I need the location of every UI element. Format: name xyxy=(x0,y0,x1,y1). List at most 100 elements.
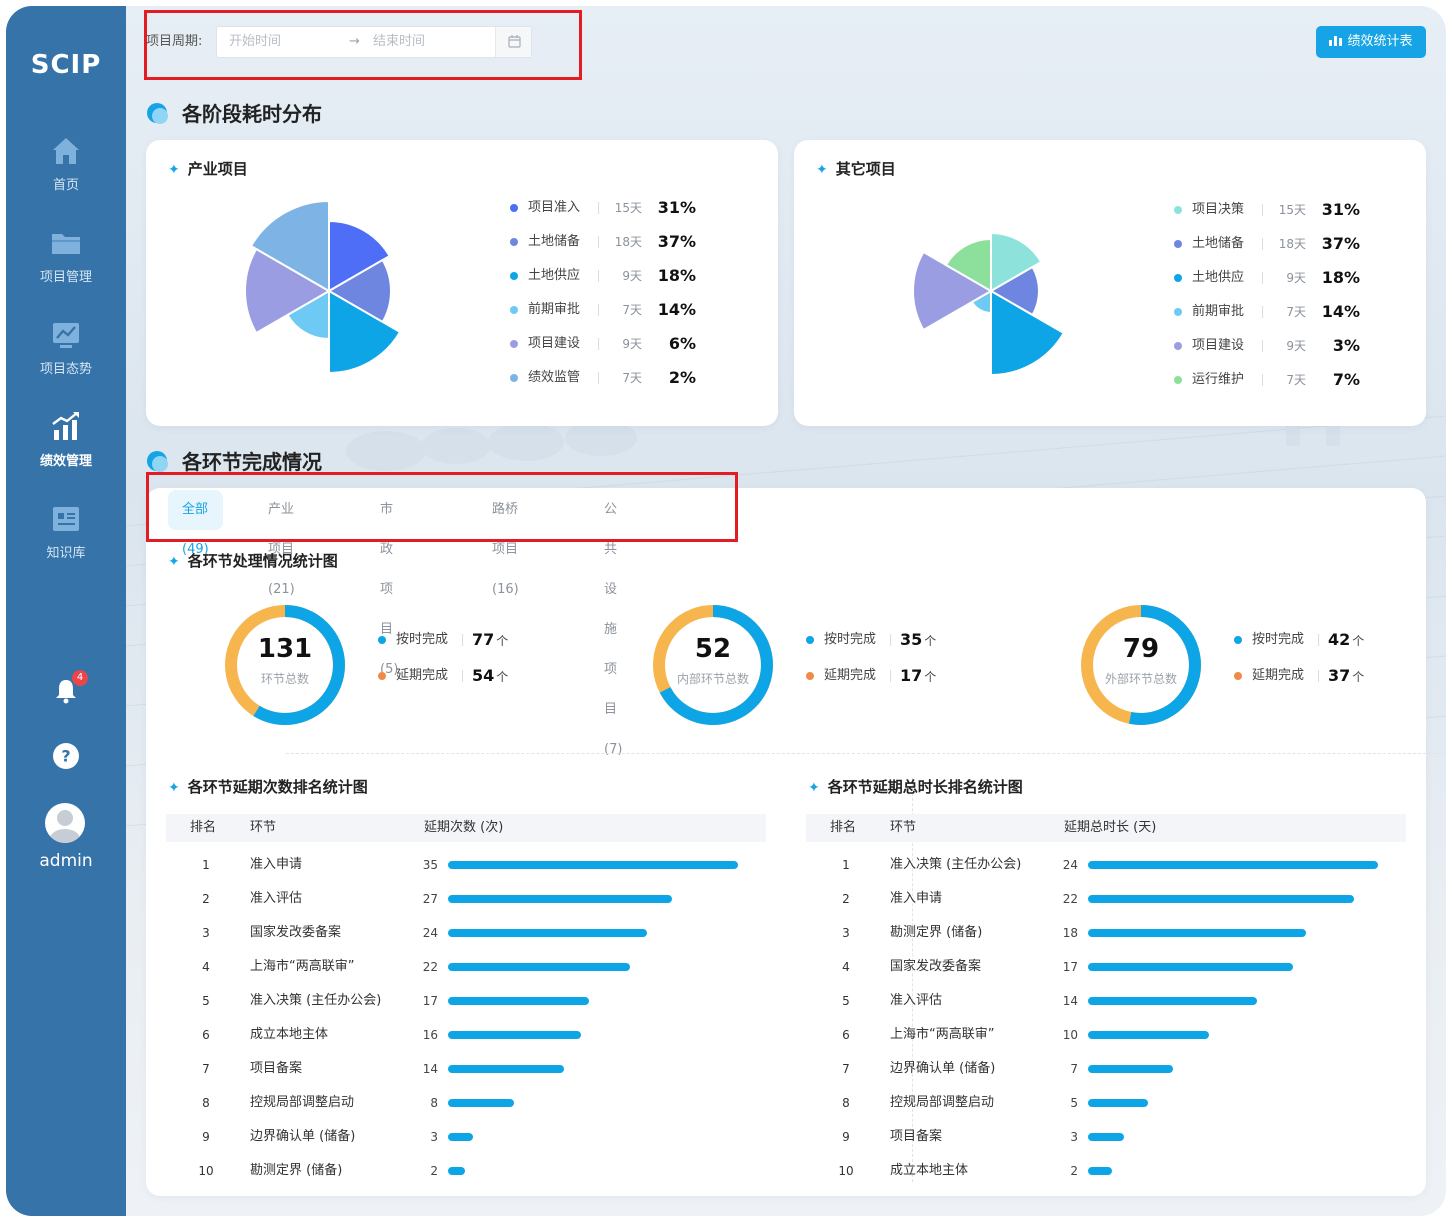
table-row[interactable]: 9 边界确认单 (储备) 3 xyxy=(166,1120,766,1154)
value-cell: 35 xyxy=(422,858,438,872)
legend-name: 绩效监管 xyxy=(528,370,581,385)
value-cell: 18 xyxy=(1062,926,1078,940)
legend-item[interactable]: 项目建设 9天 6% xyxy=(510,334,710,354)
value-bar xyxy=(1088,1065,1173,1073)
sparkle-icon: ✦ xyxy=(808,780,820,796)
table-row[interactable]: 1 准入决策 (主任办公会) 24 xyxy=(806,848,1406,882)
legend-name: 项目决策 xyxy=(1192,202,1245,217)
sidebar-item-trend[interactable]: 项目态势 xyxy=(6,318,126,377)
legend-days: 15天 xyxy=(614,201,642,215)
value-bar xyxy=(1088,997,1257,1005)
donut-total: 79 xyxy=(1122,634,1160,664)
legend-item[interactable]: 项目建设 9天 3% xyxy=(1174,336,1374,356)
rank-cell: 4 xyxy=(202,960,210,974)
table-row[interactable]: 2 准入申请 22 xyxy=(806,882,1406,916)
stats-table-button[interactable]: 绩效统计表 xyxy=(1316,26,1426,58)
question-icon[interactable]: ? xyxy=(51,741,81,771)
table-row[interactable]: 4 国家发改委备案 17 xyxy=(806,950,1406,984)
legend-item[interactable]: 土地储备 18天 37% xyxy=(510,232,710,252)
column-header: 环节 xyxy=(890,820,917,835)
stage-name-cell: 控规局部调整启动 xyxy=(890,1095,995,1110)
legend-item[interactable]: 土地供应 9天 18% xyxy=(510,266,710,286)
stage-name-cell: 准入申请 xyxy=(250,857,303,872)
rank-cell: 2 xyxy=(202,892,210,906)
rank-cell: 10 xyxy=(838,1164,854,1178)
separator xyxy=(598,270,599,282)
legend-item[interactable]: 绩效监管 7天 2% xyxy=(510,368,710,388)
donut-legend-item: 按时完成 42 个 xyxy=(1234,630,1384,650)
legend-days: 7天 xyxy=(622,303,642,317)
table-row[interactable]: 7 边界确认单 (储备) 7 xyxy=(806,1052,1406,1086)
legend-percent: 14% xyxy=(657,300,696,319)
sparkle-icon: ✦ xyxy=(168,554,180,570)
legend-value: 77 个 xyxy=(472,630,509,649)
value-bar xyxy=(1088,861,1378,869)
highlight-box xyxy=(144,10,582,80)
rank-cell: 7 xyxy=(202,1062,210,1076)
stage-name-cell: 勘测定界 (储备) xyxy=(890,925,983,940)
table-row[interactable]: 2 准入评估 27 xyxy=(166,882,766,916)
legend-dot xyxy=(378,672,386,680)
sidebar: SCIP 首页 项目管理 项目态势 绩效管理 知识库 4 ? admin xyxy=(6,6,126,1216)
legend-item[interactable]: 前期审批 7天 14% xyxy=(510,300,710,320)
legend-percent: 7% xyxy=(1332,370,1360,389)
stage-name-cell: 准入申请 xyxy=(890,891,943,906)
rank-cell: 5 xyxy=(842,994,850,1008)
avatar[interactable] xyxy=(45,803,85,843)
table-row[interactable]: 10 勘测定界 (储备) 2 xyxy=(166,1154,766,1188)
legend-name: 按时完成 xyxy=(1252,632,1305,647)
donut-total: 52 xyxy=(694,634,732,664)
legend-days: 9天 xyxy=(1286,271,1306,285)
table-row[interactable]: 8 控规局部调整启动 8 xyxy=(166,1086,766,1120)
table-row[interactable]: 9 项目备案 3 xyxy=(806,1120,1406,1154)
value-bar xyxy=(448,1031,581,1039)
value-cell: 16 xyxy=(422,1028,438,1042)
stage-name-cell: 准入决策 (主任办公会) xyxy=(890,857,1022,872)
legend-dot xyxy=(510,204,518,212)
value-cell: 5 xyxy=(1070,1096,1078,1110)
legend-item[interactable]: 土地供应 9天 18% xyxy=(1174,268,1374,288)
legend-dot xyxy=(806,672,814,680)
legend-item[interactable]: 土地储备 18天 37% xyxy=(1174,234,1374,254)
donut-legend-item: 延期完成 54 个 xyxy=(378,666,528,686)
legend-item[interactable]: 项目决策 15天 31% xyxy=(1174,200,1374,220)
legend-percent: 3% xyxy=(1332,336,1360,355)
app-logo[interactable]: SCIP xyxy=(6,50,126,80)
table-row[interactable]: 6 上海市“两高联审” 10 xyxy=(806,1018,1406,1052)
value-bar xyxy=(448,1065,564,1073)
table-row[interactable]: 6 成立本地主体 16 xyxy=(166,1018,766,1052)
donut-legend-item: 延期完成 17 个 xyxy=(806,666,956,686)
table-row[interactable]: 1 准入申请 35 xyxy=(166,848,766,882)
donut-chart xyxy=(1081,605,1201,725)
table-row[interactable]: 5 准入评估 14 xyxy=(806,984,1406,1018)
table-row[interactable]: 10 成立本地主体 2 xyxy=(806,1154,1406,1188)
table-row[interactable]: 3 勘测定界 (储备) 18 xyxy=(806,916,1406,950)
value-bar xyxy=(1088,929,1306,937)
sidebar-item-home[interactable]: 首页 xyxy=(6,134,126,193)
separator xyxy=(1262,306,1263,318)
sidebar-item-performance[interactable]: 绩效管理 xyxy=(6,410,126,469)
legend-percent: 31% xyxy=(1321,200,1360,219)
donut-legend-item: 延期完成 37 个 xyxy=(1234,666,1384,686)
table-row[interactable]: 3 国家发改委备案 24 xyxy=(166,916,766,950)
section-orb-icon xyxy=(147,103,168,124)
table-row[interactable]: 8 控规局部调整启动 5 xyxy=(806,1086,1406,1120)
legend-dot xyxy=(510,340,518,348)
sidebar-item-projects[interactable]: 项目管理 xyxy=(6,226,126,285)
table-row[interactable]: 7 项目备案 14 xyxy=(166,1052,766,1086)
value-bar xyxy=(448,861,738,869)
sidebar-item-knowledge[interactable]: 知识库 xyxy=(6,502,126,561)
legend-name: 延期完成 xyxy=(824,668,877,683)
value-cell: 24 xyxy=(1062,858,1078,872)
separator xyxy=(1318,634,1319,646)
legend-item[interactable]: 运行维护 7天 7% xyxy=(1174,370,1374,390)
legend-item[interactable]: 前期审批 7天 14% xyxy=(1174,302,1374,322)
value-cell: 22 xyxy=(1062,892,1078,906)
table-row[interactable]: 5 准入决策 (主任办公会) 17 xyxy=(166,984,766,1018)
stage-name-cell: 准入评估 xyxy=(890,993,943,1008)
value-bar xyxy=(448,1099,514,1107)
table-row[interactable]: 4 上海市“两高联审” 22 xyxy=(166,950,766,984)
value-cell: 3 xyxy=(1070,1130,1078,1144)
legend-item[interactable]: 项目准入 15天 31% xyxy=(510,198,710,218)
username[interactable]: admin xyxy=(6,851,126,871)
